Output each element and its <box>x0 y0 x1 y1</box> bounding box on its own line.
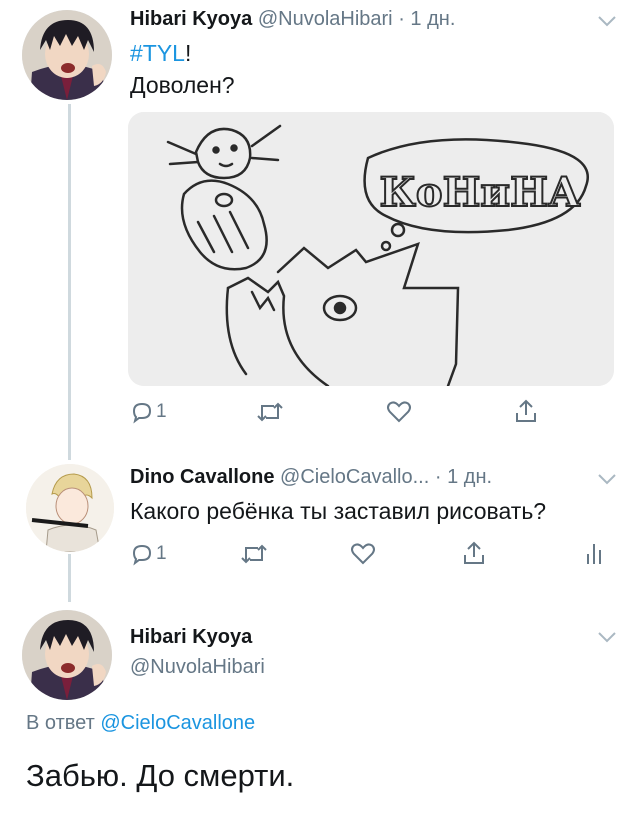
thread-line <box>68 104 71 460</box>
share-button[interactable] <box>514 398 538 424</box>
hashtag-link[interactable]: #TYL <box>130 40 185 66</box>
avatar[interactable] <box>22 610 112 700</box>
reply-icon <box>132 402 152 424</box>
retweet-button[interactable] <box>240 542 268 566</box>
reply-prefix: В ответ <box>26 712 95 734</box>
author-name[interactable]: Dino Cavallone <box>130 466 274 488</box>
chevron-down-icon[interactable] <box>597 14 617 28</box>
reply-to-link[interactable]: @CieloCavallone <box>100 712 255 734</box>
tweet-header: Hibari Kyoya @NuvolaHibari · 1 дн. <box>130 8 455 31</box>
share-button[interactable] <box>462 540 486 566</box>
author-name[interactable]: Hibari Kyoya <box>130 8 252 30</box>
analytics-button[interactable] <box>584 540 604 566</box>
share-icon <box>464 541 484 564</box>
like-button[interactable] <box>350 542 376 566</box>
chevron-down-icon[interactable] <box>597 472 617 486</box>
like-button[interactable] <box>386 400 412 424</box>
analytics-icon <box>587 544 601 564</box>
timestamp[interactable]: 1 дн. <box>447 466 492 488</box>
timestamp[interactable]: 1 дн. <box>410 8 455 30</box>
retweet-icon <box>241 544 267 564</box>
tweet-text-hashtag: #TYL! <box>130 40 191 67</box>
separator: · <box>434 466 442 488</box>
reply-count: 1 <box>156 401 167 422</box>
author-handle[interactable]: @NuvolaHibari <box>130 656 265 679</box>
avatar[interactable] <box>22 10 112 100</box>
tweet-text: Забью. До смерти. <box>26 758 295 793</box>
share-icon <box>516 399 536 422</box>
like-icon <box>351 543 375 565</box>
reply-button[interactable]: 1 <box>130 542 167 566</box>
reply-icon <box>132 544 152 566</box>
like-icon <box>387 401 411 423</box>
separator: · <box>398 8 405 30</box>
author-name[interactable]: Hibari Kyoya <box>130 626 252 649</box>
hashtag-suffix: ! <box>184 40 192 66</box>
thread-line <box>68 554 71 602</box>
reply-button[interactable]: 1 <box>130 400 167 424</box>
retweet-button[interactable] <box>256 400 284 424</box>
reply-count: 1 <box>156 543 167 564</box>
author-handle[interactable]: @CieloCavallo... <box>280 466 429 488</box>
tweet-header: Dino Cavallone @CieloCavallo... · 1 дн. <box>130 466 492 489</box>
retweet-icon <box>257 402 283 422</box>
tweet-text: Доволен? <box>130 72 235 98</box>
avatar[interactable] <box>26 464 114 552</box>
image-caption: КоНиНА <box>380 169 581 216</box>
author-handle[interactable]: @NuvolaHibari <box>258 8 393 30</box>
tweet-text: Какого ребёнка ты заставил рисовать? <box>130 498 547 524</box>
chevron-down-icon[interactable] <box>597 630 617 644</box>
tweet-image[interactable]: КоНиНА <box>128 112 614 386</box>
reply-context: В ответ @CieloCavallone <box>26 712 255 735</box>
